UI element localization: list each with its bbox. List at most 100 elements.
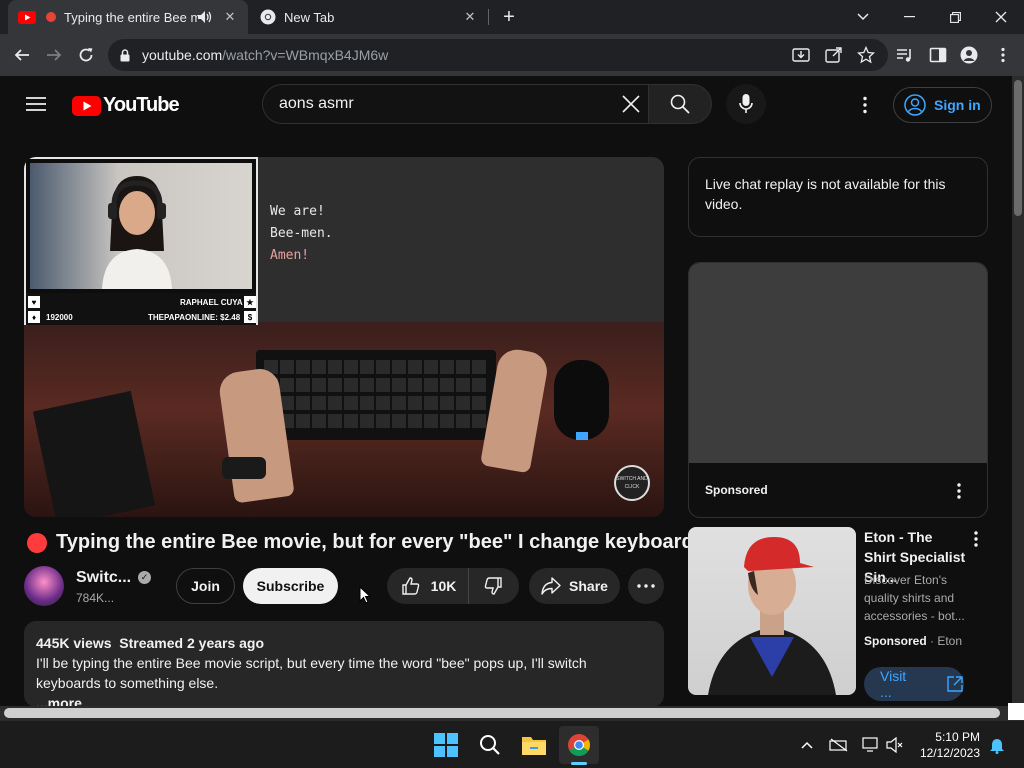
dislike-button[interactable] <box>469 568 517 604</box>
share-arrow-icon <box>541 577 561 595</box>
scrollbar-corner <box>1008 703 1024 720</box>
chat-replay-notice: Live chat replay is not available for th… <box>688 157 988 237</box>
visit-site-button[interactable]: Visit ... <box>864 667 964 701</box>
profile-icon[interactable] <box>960 46 978 64</box>
chrome-menu-icon[interactable] <box>994 46 1012 64</box>
channel-avatar[interactable] <box>24 566 64 606</box>
subscriber-count: 784K... <box>76 591 115 605</box>
promo-sponsor-line: Sponsored · Eton <box>864 634 963 648</box>
search-query-text: aons asmr <box>279 95 354 112</box>
like-button[interactable]: 10K <box>389 568 470 604</box>
donation-text: THEPAPAONLINE: $2.48 <box>148 312 241 322</box>
share-button[interactable]: Share <box>529 568 620 604</box>
horizontal-scroll-thumb[interactable] <box>4 708 1000 718</box>
vertical-scroll-thumb[interactable] <box>1014 80 1022 216</box>
chrome-taskbar-icon[interactable] <box>559 726 599 764</box>
restore-icon[interactable] <box>932 0 978 34</box>
join-button[interactable]: Join <box>176 568 235 604</box>
thumbs-up-icon <box>401 576 421 596</box>
reload-icon[interactable] <box>71 40 101 70</box>
clock-time: 5:10 PM <box>935 730 980 744</box>
taskbar-clock[interactable]: 5:10 PM 12/12/2023 <box>918 729 980 761</box>
external-link-icon <box>946 675 964 693</box>
promo-sponsored-label: Sponsored <box>864 634 927 648</box>
description-text: I'll be typing the entire Bee movie scri… <box>36 655 587 691</box>
search-button[interactable] <box>648 84 712 124</box>
visit-label: Visit ... <box>880 668 907 700</box>
more-actions-button[interactable] <box>628 568 664 604</box>
tab-title: New Tab <box>284 9 335 25</box>
promo-description: Discover Eton's quality shirts and acces… <box>864 573 965 623</box>
notification-bell-icon[interactable] <box>986 734 1008 756</box>
verified-check-icon: ✓ <box>138 571 151 584</box>
like-dislike-group: 10K <box>387 568 519 604</box>
file-explorer-icon[interactable] <box>514 726 554 764</box>
new-tab-plus-icon[interactable]: + <box>498 6 520 28</box>
account-circle-icon <box>904 94 926 116</box>
heart-icon: ♥ <box>28 296 40 308</box>
ad-image-placeholder[interactable] <box>689 263 987 463</box>
video-player[interactable]: SWITCH AND CLICK We are! Bee-men. Amen! … <box>24 157 664 517</box>
search-icon <box>670 94 690 114</box>
description-box[interactable]: 445K views Streamed 2 years ago I'll be … <box>24 621 664 711</box>
star-icon: ★ <box>244 296 256 308</box>
microphone-icon <box>739 94 753 114</box>
side-panel-icon[interactable] <box>929 46 947 64</box>
address-bar[interactable]: youtube.com/watch?v=WBmqxB4JM6w <box>108 39 888 71</box>
tab-close-icon[interactable]: ✕ <box>460 7 480 27</box>
tab-title: Typing the entire Bee mo <box>64 9 198 25</box>
install-app-icon[interactable] <box>792 46 810 64</box>
clear-search-icon[interactable] <box>621 94 641 114</box>
tab-youtube[interactable]: Typing the entire Bee mo ✕ <box>8 0 248 34</box>
youtube-favicon-icon <box>18 10 36 24</box>
tab-search-chevron-icon[interactable] <box>840 0 886 34</box>
promo-options-kebab-icon[interactable] <box>966 529 986 549</box>
lyric-line: Bee-men. <box>270 226 333 241</box>
close-window-icon[interactable] <box>978 0 1024 34</box>
promo-thumbnail[interactable] <box>688 527 856 695</box>
ad-sponsored-label: Sponsored <box>705 483 768 497</box>
follower-count: 192000 <box>46 312 73 322</box>
video-title: Typing the entire Bee movie, but for eve… <box>56 531 705 553</box>
subscribe-button[interactable]: Subscribe <box>243 568 338 604</box>
stream-stats-bar: ♥ RAPHAEL CUYA ★ ♦ 192000 THEPAPAONLINE: … <box>26 293 256 325</box>
youtube-logo[interactable]: YouTube <box>72 94 180 117</box>
voice-search-button[interactable] <box>726 84 766 124</box>
tab-new-tab[interactable]: New Tab ✕ <box>250 0 488 34</box>
streamer-image <box>102 176 172 289</box>
back-arrow-icon[interactable] <box>7 40 37 70</box>
mouse-image <box>554 360 609 440</box>
promo-advertiser: Eton <box>937 634 963 648</box>
search-input[interactable]: aons asmr <box>262 84 648 124</box>
audio-playing-icon[interactable] <box>198 11 212 23</box>
share-label: Share <box>569 578 608 594</box>
network-icon[interactable] <box>860 734 882 756</box>
url-host: youtube.com <box>142 47 223 63</box>
share-page-icon[interactable] <box>825 46 843 64</box>
show-hidden-icons-chevron-icon[interactable] <box>796 734 818 756</box>
minimize-icon[interactable] <box>886 0 932 34</box>
watch-image <box>222 457 266 479</box>
windows-start-icon[interactable] <box>426 726 466 764</box>
sponsored-ad-card[interactable]: Sponsored <box>688 262 988 518</box>
battery-icon[interactable] <box>828 734 850 756</box>
volume-muted-icon[interactable] <box>884 734 906 756</box>
live-indicator-icon <box>27 533 47 553</box>
chat-replay-text: Live chat replay is not available for th… <box>705 176 946 212</box>
taskbar-search-icon[interactable] <box>470 726 510 764</box>
media-controls-icon[interactable] <box>896 46 914 64</box>
settings-kebab-icon[interactable] <box>855 95 875 115</box>
donor-name: RAPHAEL CUYA <box>180 297 243 307</box>
model-image <box>708 537 836 695</box>
ad-options-kebab-icon[interactable] <box>947 479 971 503</box>
forward-arrow-icon[interactable] <box>39 40 69 70</box>
sign-in-button[interactable]: Sign in <box>893 87 992 123</box>
tab-close-icon[interactable]: ✕ <box>220 7 240 27</box>
hamburger-menu-icon[interactable] <box>26 96 46 112</box>
diamond-icon: ♦ <box>28 311 40 323</box>
channel-name[interactable]: Switc... <box>76 569 131 587</box>
thumbs-down-icon <box>483 576 503 596</box>
lock-icon <box>120 48 130 62</box>
bookmark-star-icon[interactable] <box>857 46 875 64</box>
lyric-line: Amen! <box>270 248 310 263</box>
